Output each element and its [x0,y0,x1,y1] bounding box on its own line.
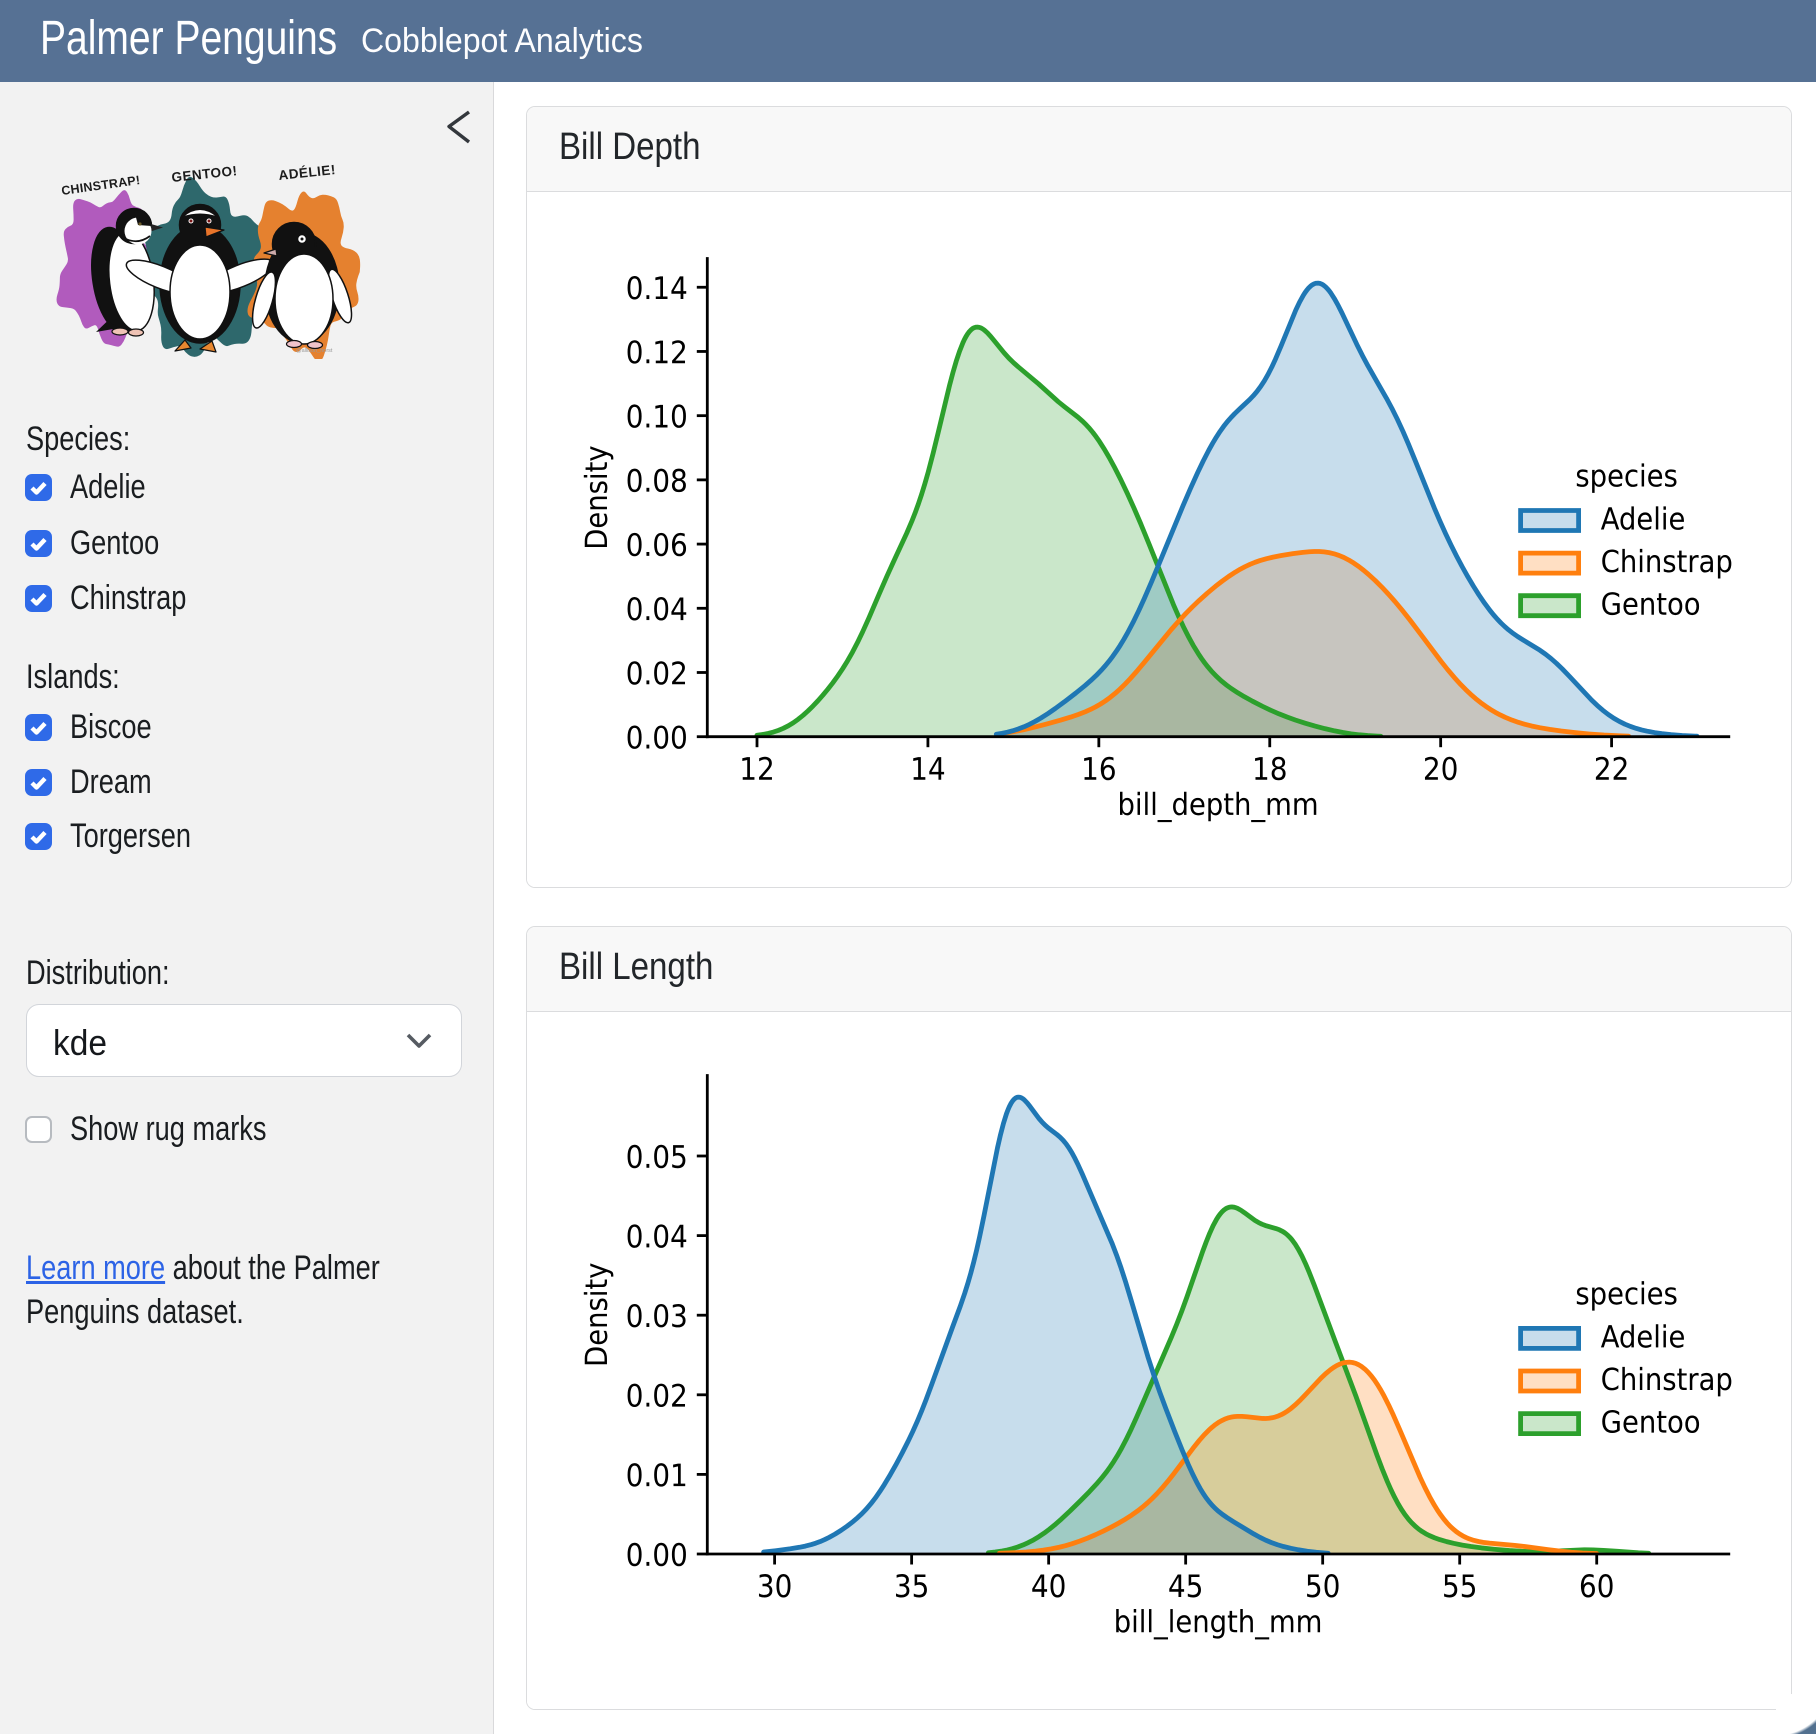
svg-text:ADÉLIE!: ADÉLIE! [278,162,337,183]
svg-text:CHINSTRAP!: CHINSTRAP! [60,173,141,198]
svg-text:GENTOO!: GENTOO! [171,163,238,185]
svg-text:@allison_horst: @allison_horst [296,348,333,354]
